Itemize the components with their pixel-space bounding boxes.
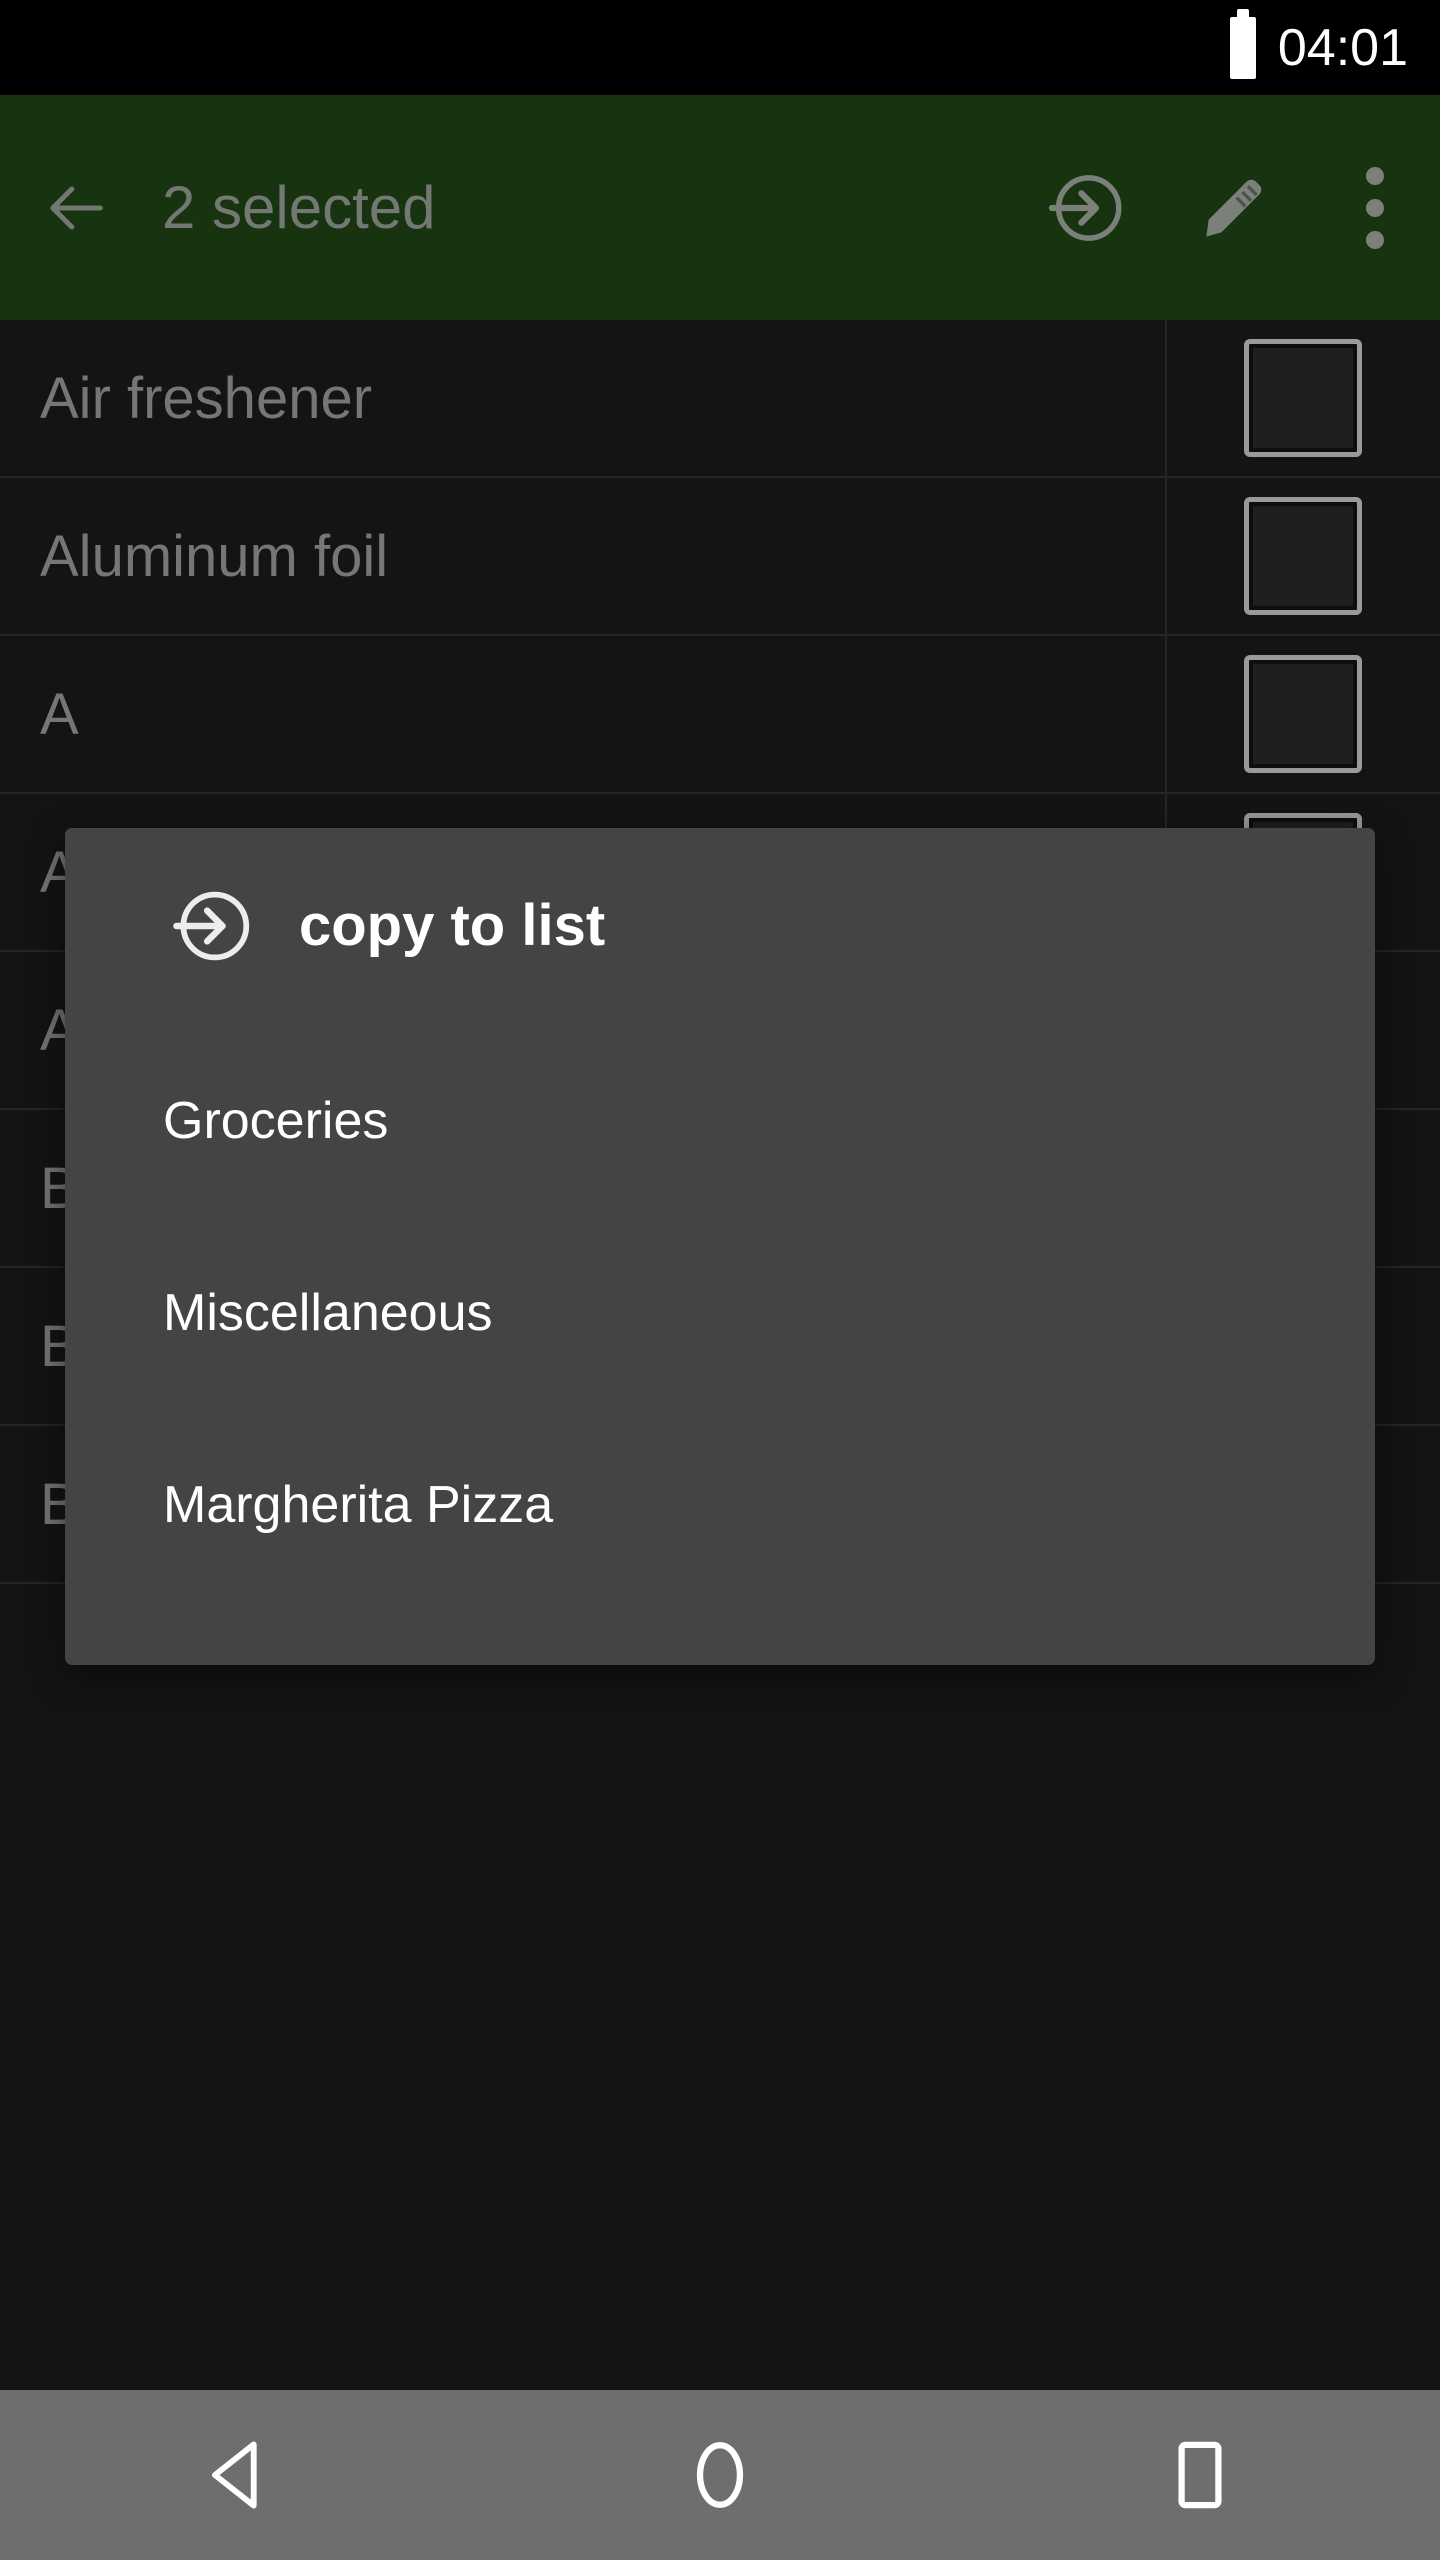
- dialog-option-list[interactable]: Groceries Miscellaneous Margherita Pizza: [65, 1023, 1375, 1601]
- table-row[interactable]: Air freshener: [0, 320, 1440, 478]
- row-column-divider: [1165, 478, 1167, 636]
- back-button[interactable]: [0, 95, 150, 320]
- item-checkbox-cell[interactable]: [1165, 635, 1440, 793]
- dialog-option-2[interactable]: Miscellaneous: [65, 1217, 1375, 1409]
- overflow-dot: [1366, 230, 1384, 249]
- nav-recents-icon: [1178, 2441, 1222, 2509]
- overflow-menu-icon: [1366, 166, 1384, 249]
- list-item-label: Air freshener: [40, 365, 373, 431]
- checkbox-unchecked-icon[interactable]: [1243, 339, 1362, 457]
- status-bar: 04:01: [0, 0, 1440, 95]
- dialog-header: copy to list: [65, 828, 1375, 1023]
- checkbox-unchecked-icon[interactable]: [1243, 655, 1362, 773]
- copy-to-list-button[interactable]: [1010, 95, 1160, 320]
- android-screen: 04:01 2 selected Air freshener Aluminum …: [0, 0, 1440, 2560]
- copy-to-list-dialog: copy to list Groceries Miscellaneous Margh…: [65, 828, 1375, 1665]
- nav-home-button[interactable]: [620, 2390, 820, 2560]
- table-row[interactable]: Aluminum foil: [0, 478, 1440, 636]
- copy-to-list-icon: [1048, 174, 1122, 241]
- nav-home-icon: [696, 2442, 744, 2508]
- nav-back-icon: [211, 2441, 257, 2509]
- item-checkbox-cell[interactable]: [1165, 477, 1440, 635]
- dialog-option-3[interactable]: Margherita Pizza: [65, 1409, 1375, 1601]
- overflow-dot: [1366, 166, 1384, 185]
- list-item-label: Aluminum foil: [40, 523, 389, 589]
- pencil-edit-icon: [1206, 179, 1262, 237]
- system-navigation-bar: [0, 2390, 1440, 2560]
- battery-full-icon: [1229, 8, 1256, 79]
- checkbox-unchecked-icon[interactable]: [1243, 497, 1362, 615]
- status-bar-clock: 04:01: [1277, 18, 1408, 77]
- copy-to-list-icon: [173, 891, 250, 960]
- row-column-divider: [1165, 636, 1167, 794]
- dialog-title: copy to list: [299, 893, 606, 958]
- action-bar-actions: [1010, 95, 1440, 320]
- nav-back-button[interactable]: [140, 2390, 340, 2560]
- list-item-label: A: [40, 681, 79, 747]
- edit-button[interactable]: [1160, 95, 1310, 320]
- overflow-menu-button[interactable]: [1310, 95, 1440, 320]
- nav-recents-button[interactable]: [1100, 2390, 1300, 2560]
- dialog-option-1[interactable]: Groceries: [65, 1025, 1375, 1217]
- row-column-divider: [1165, 320, 1167, 478]
- overflow-dot: [1366, 198, 1384, 217]
- arrow-left-icon: [50, 185, 103, 230]
- item-checkbox-cell[interactable]: [1165, 319, 1440, 477]
- action-bar-title: 2 selected: [162, 174, 436, 241]
- action-bar: 2 selected: [0, 95, 1440, 320]
- table-row[interactable]: A: [0, 636, 1440, 794]
